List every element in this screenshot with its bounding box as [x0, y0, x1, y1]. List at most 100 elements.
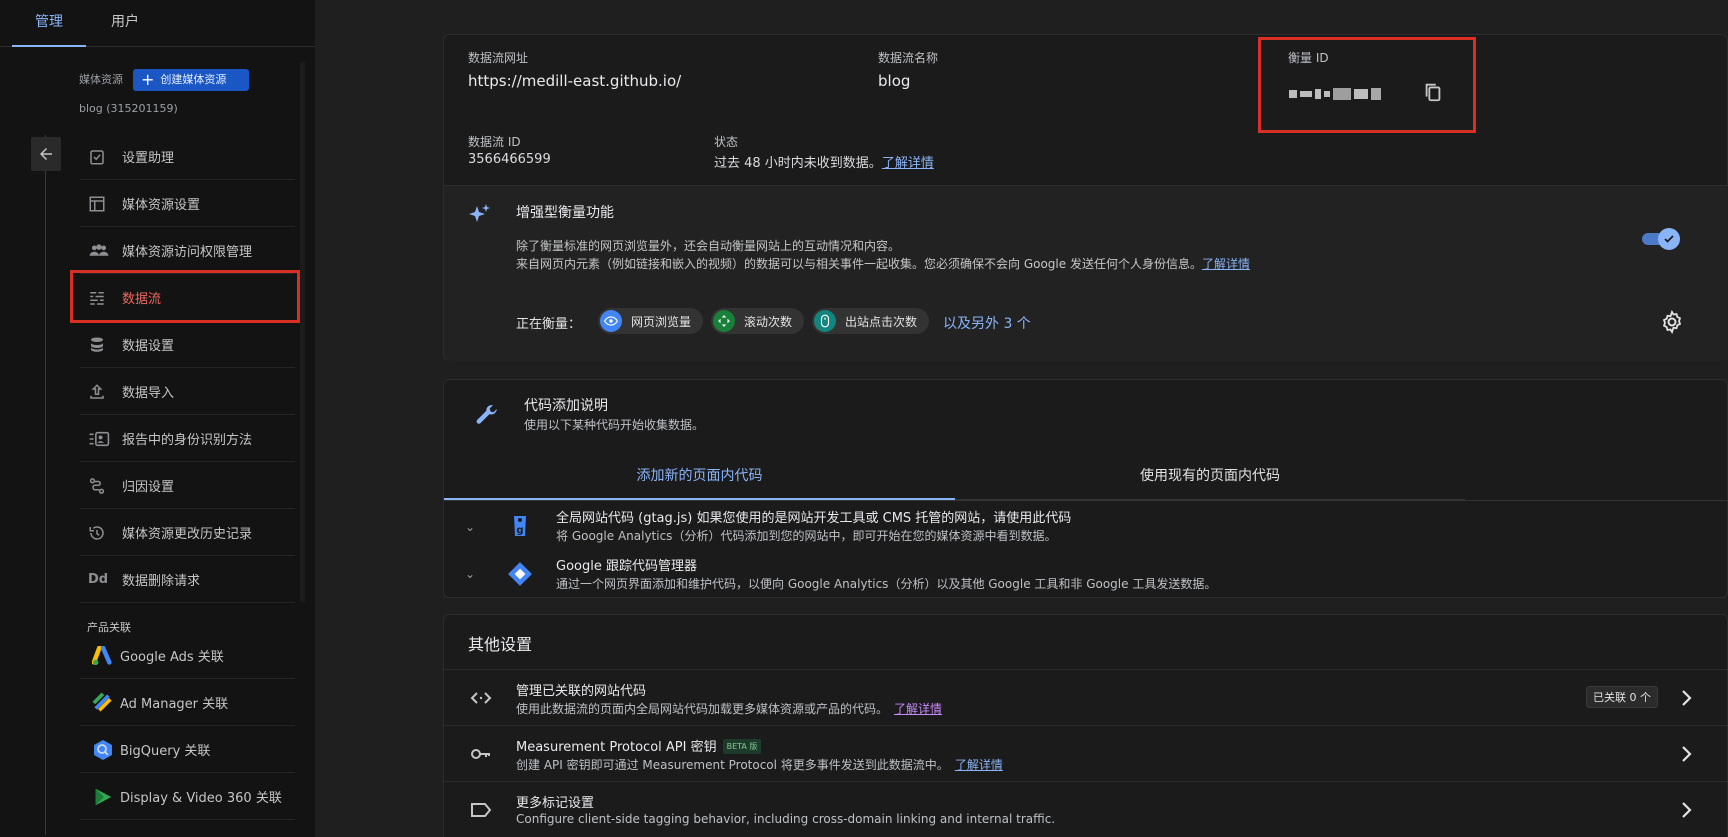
sidebar-item-ad-manager[interactable]: Ad Manager 关联: [80, 680, 295, 726]
sidebar-item-label: BigQuery 关联: [120, 744, 211, 759]
chip-label: 网页浏览量: [631, 314, 692, 329]
chevron-right-icon: [1674, 686, 1698, 710]
row-title-text: Measurement Protocol API 密钥: [516, 740, 717, 755]
tag-manager-icon: [507, 561, 533, 591]
mp-learn-more-link[interactable]: 了解详情: [955, 758, 1003, 772]
sidebar-item-label: 设置助理: [122, 151, 175, 166]
row-linked-site-tags[interactable]: 管理已关联的网站代码 使用此数据流的页面内全局网站代码加载更多媒体资源或产品的代…: [444, 669, 1728, 725]
create-asset-button[interactable]: + 创建媒体资源: [133, 69, 249, 91]
stream-name-label: 数据流名称: [878, 51, 939, 65]
chevron-right-icon: [1674, 798, 1698, 822]
enhanced-measurement-section: [444, 185, 1728, 361]
sidebar-item-label: 媒体资源访问权限管理: [122, 245, 253, 260]
scroll-icon: [713, 310, 735, 332]
chevron-down-icon[interactable]: ⌄: [465, 567, 475, 581]
measuring-label: 正在衡量：: [516, 317, 582, 332]
upload-icon: [88, 380, 118, 404]
people-icon: [88, 239, 118, 263]
chip-label: 出站点击次数: [845, 314, 918, 329]
sidebar-item-label: Ad Manager 关联: [120, 697, 229, 712]
enhanced-measurement-toggle[interactable]: [1640, 228, 1680, 250]
more-measures-link[interactable]: 以及另外 3 个: [943, 313, 1031, 333]
sidebar-item-label: 媒体资源更改历史记录: [122, 527, 253, 542]
sidebar-item-label: 归因设置: [122, 480, 175, 495]
top-nav: 管理 用户: [0, 0, 315, 47]
enhanced-learn-more-link[interactable]: 了解详情: [1202, 257, 1250, 271]
checklist-icon: [88, 145, 118, 169]
status-text: 过去 48 小时内未收到数据。: [714, 156, 882, 171]
sidebar-item-label: Google Ads 关联: [120, 650, 224, 665]
tab-admin[interactable]: 管理: [12, 0, 86, 47]
row-subtitle: 创建 API 密钥即可通过 Measurement Protocol 将更多事件…: [516, 756, 1003, 773]
sidebar-item-bigquery[interactable]: BigQuery 关联: [80, 727, 295, 773]
ad-manager-icon: [86, 692, 120, 714]
chip-outbound-clicks: 出站点击次数: [812, 308, 930, 334]
enhanced-measurement-title: 增强型衡量功能: [516, 205, 614, 221]
row-title: Measurement Protocol API 密钥 BETA 版: [516, 736, 762, 755]
dd-icon: Dd: [88, 572, 109, 587]
google-ads-icon: [86, 645, 120, 666]
wrench-icon: [474, 402, 500, 432]
row-measurement-protocol[interactable]: Measurement Protocol API 密钥 BETA 版 创建 API…: [444, 725, 1728, 781]
bigquery-icon: [86, 738, 120, 762]
sidebar-scrollbar[interactable]: [300, 62, 305, 602]
asset-name[interactable]: blog (315201159): [79, 102, 178, 115]
code-row-title[interactable]: 全局网站代码 (gtag.js) 如果您使用的是网站开发工具或 CMS 托管的网…: [556, 507, 1071, 526]
enhanced-measurement-desc-2: 来自网页内元素（例如链接和嵌入的视频）的数据可以与相关事件一起收集。您必须确保不…: [516, 255, 1250, 272]
code-row-subtitle: 通过一个网页界面添加和维护代码，以便向 Google Analytics（分析）…: [556, 577, 1217, 591]
code-row-title[interactable]: Google 跟踪代码管理器: [556, 555, 697, 574]
linked-tags-learn-more-link[interactable]: 了解详情: [894, 702, 942, 716]
row-title: 管理已关联的网站代码: [516, 684, 647, 699]
sidebar-item-attribution[interactable]: 归因设置: [80, 463, 295, 509]
stream-url-label: 数据流网址: [468, 51, 529, 65]
plus-icon: +: [141, 70, 155, 89]
stream-id-label: 数据流 ID: [468, 135, 521, 149]
database-icon: [88, 333, 118, 357]
sidebar-item-asset-settings[interactable]: 媒体资源设置: [80, 181, 295, 227]
sidebar-item-history[interactable]: 媒体资源更改历史记录: [80, 510, 295, 556]
row-title: 更多标记设置: [516, 796, 595, 811]
status-value: 过去 48 小时内未收到数据。了解详情: [714, 152, 934, 171]
sidebar-item-label: 数据设置: [122, 339, 175, 354]
sidebar-item-identity[interactable]: 报告中的身份识别方法: [80, 416, 295, 462]
identity-icon: [88, 427, 118, 451]
svg-text:g: g: [516, 525, 523, 536]
asset-label: 媒体资源: [79, 73, 123, 86]
row-subtitle: 使用此数据流的页面内全局网站代码加载更多媒体资源或产品的代码。 了解详情: [516, 700, 942, 717]
check-icon: [1658, 228, 1680, 250]
sidebar-item-label: 数据导入: [122, 386, 175, 401]
code-arrows-icon: [469, 686, 493, 710]
sidebar-item-google-ads[interactable]: Google Ads 关联: [80, 633, 295, 679]
desc-text: 来自网页内元素（例如链接和嵌入的视频）的数据可以与相关事件一起收集。您必须确保不…: [516, 257, 1202, 271]
gear-icon[interactable]: [1660, 309, 1684, 335]
sidebar-item-access-management[interactable]: 媒体资源访问权限管理: [80, 228, 295, 274]
layout-icon: [88, 192, 118, 216]
code-instructions-subtitle: 使用以下某种代码开始收集数据。: [524, 418, 705, 432]
tab-add-new-code[interactable]: 添加新的页面内代码: [444, 458, 955, 500]
chevron-right-icon: [1674, 742, 1698, 766]
row-subtitle: Configure client-side tagging behavior, …: [516, 812, 1056, 826]
back-button[interactable]: [31, 137, 61, 171]
sidebar-divider-line: [45, 135, 46, 835]
sidebar-item-dv360[interactable]: Display & Video 360 关联: [80, 774, 295, 820]
status-learn-more-link[interactable]: 了解详情: [882, 156, 934, 171]
row-more-tagging-settings[interactable]: 更多标记设置 Configure client-side tagging beh…: [444, 781, 1728, 837]
mouse-icon: [814, 310, 836, 332]
code-row-subtitle: 将 Google Analytics（分析）代码添加到您的网站中，即可开始在您的…: [556, 529, 1057, 543]
stream-name-value: blog: [878, 72, 911, 90]
tab-existing-code[interactable]: 使用现有的页面内代码: [955, 458, 1465, 500]
chevron-down-icon[interactable]: ⌄: [465, 520, 475, 534]
stream-url-value: https://medill-east.github.io/: [468, 72, 682, 90]
gtag-icon: g: [508, 512, 532, 544]
eye-icon: [600, 310, 622, 332]
sidebar-item-data-deletion[interactable]: Dd 数据删除请求: [80, 557, 295, 603]
highlight-box: [70, 270, 300, 323]
chip-page-views: 网页浏览量: [598, 308, 704, 334]
sidebar-item-data-import[interactable]: 数据导入: [80, 369, 295, 415]
sidebar: 管理 用户 媒体资源 + 创建媒体资源 blog (315201159) 设置助理…: [0, 0, 315, 837]
sidebar-item-setup-assistant[interactable]: 设置助理: [80, 134, 295, 180]
sidebar-item-label: 报告中的身份识别方法: [122, 433, 253, 448]
sidebar-item-data-settings[interactable]: 数据设置: [80, 322, 295, 368]
sidebar-item-label: 媒体资源设置: [122, 198, 201, 213]
tab-user[interactable]: 用户: [90, 0, 160, 47]
